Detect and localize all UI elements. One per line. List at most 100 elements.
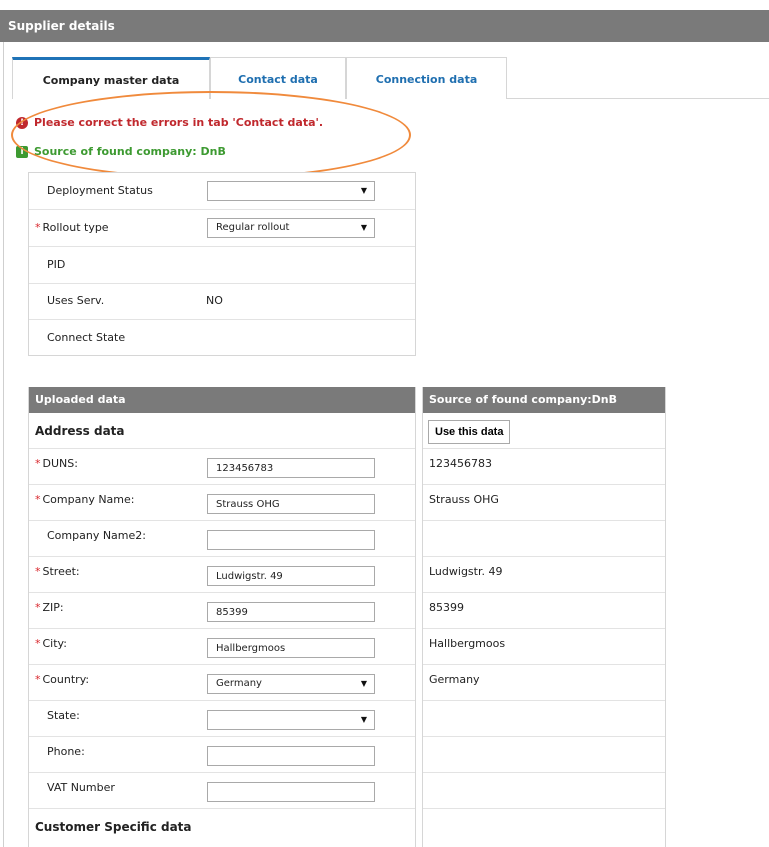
connect-row: Connect State	[29, 320, 415, 357]
source-city: Hallbergmoos	[429, 637, 506, 650]
uses-label: Uses Serv.	[47, 294, 105, 307]
city-input[interactable]: Hallbergmoos	[207, 638, 375, 658]
vat-input[interactable]	[207, 782, 375, 802]
company-name2-input[interactable]	[207, 530, 375, 550]
info-icon: i	[16, 145, 28, 158]
street-row: * Street: Ludwigstr. 49	[29, 557, 415, 593]
customer-title-row: Customer Specific data	[29, 809, 415, 845]
rollout-row: * Rollout type Regular rollout ▼	[29, 210, 415, 247]
source-country: Germany	[429, 673, 480, 686]
uploaded-data-header: Uploaded data	[29, 387, 415, 413]
state-label: State:	[47, 709, 80, 722]
success-message: i Source of found company: DnB	[16, 145, 226, 158]
tab-connection-data[interactable]: Connection data	[346, 57, 507, 99]
company-name-row: * Company Name: Strauss OHG	[29, 485, 415, 521]
required-marker: *	[35, 565, 41, 578]
duns-input[interactable]: 123456783	[207, 458, 375, 478]
source-vat-row	[423, 773, 665, 809]
country-row: * Country: Germany ▼	[29, 665, 415, 701]
chevron-down-icon: ▼	[360, 715, 367, 724]
required-marker: *	[35, 637, 41, 650]
duns-label: * DUNS:	[35, 449, 78, 479]
street-label-text: Street:	[42, 565, 80, 578]
source-phone-row	[423, 737, 665, 773]
zip-row: * ZIP: 85399	[29, 593, 415, 629]
deployment-row: Deployment Status ▼	[29, 173, 415, 210]
source-country-row: Germany	[423, 665, 665, 701]
country-value: Germany	[216, 678, 262, 689]
duns-row: * DUNS: 123456783	[29, 449, 415, 485]
error-icon: !	[16, 116, 28, 129]
source-duns: 123456783	[429, 457, 492, 470]
source-zip-row: 85399	[423, 593, 665, 629]
source-data-header: Source of found company:DnB	[423, 387, 665, 413]
source-street-row: Ludwigstr. 49	[423, 557, 665, 593]
top-strip	[0, 0, 769, 10]
rollout-select[interactable]: Regular rollout ▼	[207, 218, 375, 238]
street-label: * Street:	[35, 557, 80, 587]
rollout-label-text: Rollout type	[42, 221, 109, 234]
city-row: * City: Hallbergmoos	[29, 629, 415, 665]
required-marker: *	[35, 221, 41, 234]
phone-input[interactable]	[207, 746, 375, 766]
connect-label: Connect State	[47, 331, 126, 344]
uses-value: NO	[206, 294, 223, 307]
city-label: * City:	[35, 629, 67, 659]
tab-company-master-data[interactable]: Company master data	[12, 57, 210, 99]
state-row: State: ▼	[29, 701, 415, 737]
company-name2-label: Company Name2:	[47, 529, 146, 542]
pid-row: PID	[29, 247, 415, 284]
source-duns-row: 123456783	[423, 449, 665, 485]
source-state-row	[423, 701, 665, 737]
source-company-name2-row	[423, 521, 665, 557]
error-text: Please correct the errors in tab 'Contac…	[34, 116, 324, 129]
company-name-input[interactable]: Strauss OHG	[207, 494, 375, 514]
chevron-down-icon: ▼	[360, 186, 367, 195]
zip-label: * ZIP:	[35, 593, 64, 623]
company-name-label-text: Company Name:	[42, 493, 135, 506]
rollout-label: * Rollout type	[35, 210, 109, 246]
required-marker: *	[35, 673, 41, 686]
uses-row: Uses Serv. NO	[29, 283, 415, 320]
country-label-text: Country:	[42, 673, 90, 686]
street-input[interactable]: Ludwigstr. 49	[207, 566, 375, 586]
pid-label: PID	[47, 258, 66, 271]
source-city-row: Hallbergmoos	[423, 629, 665, 665]
chevron-down-icon: ▼	[360, 223, 367, 232]
source-street: Ludwigstr. 49	[429, 565, 503, 578]
address-title: Address data	[35, 424, 125, 438]
source-company-name: Strauss OHG	[429, 493, 499, 506]
required-marker: *	[35, 601, 41, 614]
vat-row: VAT Number	[29, 773, 415, 809]
deployment-label: Deployment Status	[47, 184, 153, 197]
vat-label: VAT Number	[47, 781, 115, 794]
tab-label: Connection data	[375, 73, 478, 86]
required-marker: *	[35, 493, 41, 506]
status-box: Deployment Status ▼ * Rollout type Regula…	[28, 172, 416, 356]
duns-label-text: DUNS:	[42, 457, 78, 470]
chevron-down-icon: ▼	[360, 679, 367, 688]
zip-input[interactable]: 85399	[207, 602, 375, 622]
country-select[interactable]: Germany ▼	[207, 674, 375, 694]
country-label: * Country:	[35, 665, 89, 695]
source-zip: 85399	[429, 601, 464, 614]
company-name2-row: Company Name2:	[29, 521, 415, 557]
source-data-box: Source of found company:DnB Use this dat…	[422, 387, 666, 847]
use-data-row: Use this data	[423, 413, 665, 449]
deployment-select[interactable]: ▼	[207, 181, 375, 201]
use-this-data-button[interactable]: Use this data	[428, 420, 511, 444]
required-marker: *	[35, 457, 41, 470]
address-title-row: Address data	[29, 413, 415, 449]
customer-title: Customer Specific data	[35, 820, 192, 834]
rollout-value: Regular rollout	[216, 222, 290, 233]
company-name-label: * Company Name:	[35, 485, 135, 515]
city-label-text: City:	[42, 637, 67, 650]
zip-label-text: ZIP:	[42, 601, 64, 614]
success-text: Source of found company: DnB	[34, 145, 226, 158]
page-title: Supplier details	[0, 10, 769, 42]
tab-label: Contact data	[238, 73, 318, 86]
tab-contact-data[interactable]: Contact data	[210, 57, 346, 99]
phone-label: Phone:	[47, 745, 85, 758]
state-select[interactable]: ▼	[207, 710, 375, 730]
phone-row: Phone:	[29, 737, 415, 773]
